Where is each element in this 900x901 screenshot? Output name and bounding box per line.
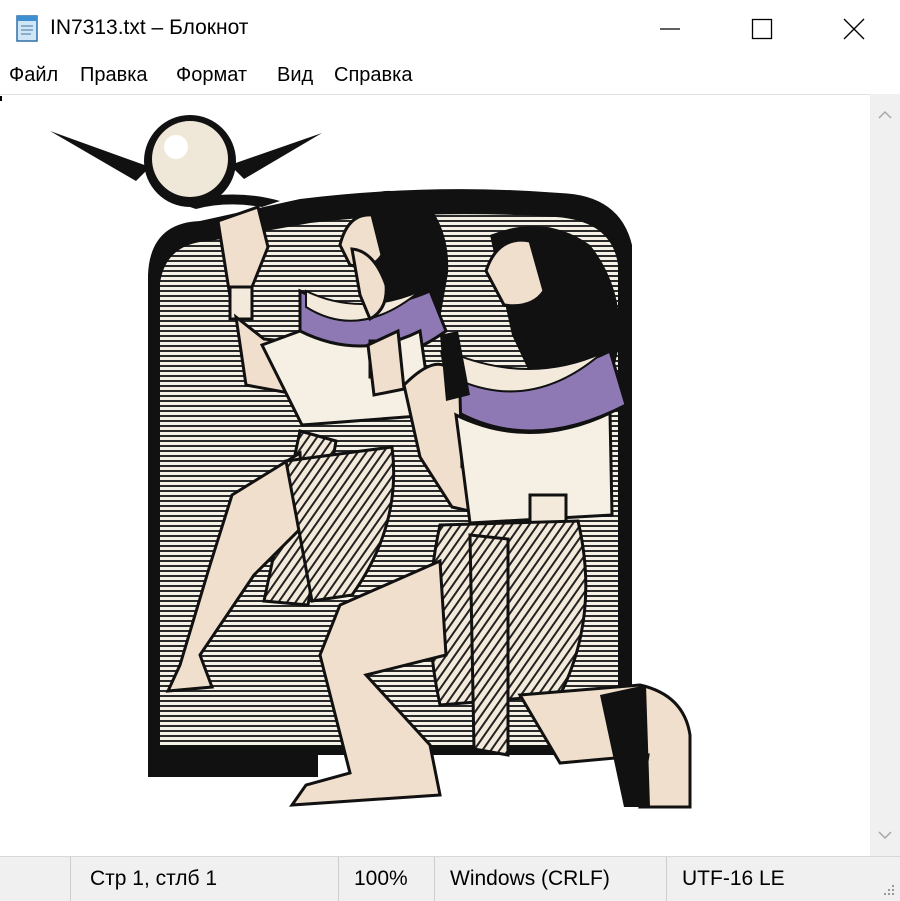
resize-grip-icon[interactable] <box>882 883 896 897</box>
notepad-icon <box>14 14 40 42</box>
text-editor[interactable] <box>0 94 900 857</box>
close-icon <box>843 18 865 40</box>
status-divider <box>338 857 339 901</box>
minimize-icon <box>660 28 680 30</box>
status-bar: Стр 1, стлб 1 100% Windows (CRLF) UTF-16… <box>0 856 900 901</box>
status-divider <box>666 857 667 901</box>
scroll-up-arrow-icon[interactable] <box>870 100 900 130</box>
maximize-button[interactable] <box>716 0 808 58</box>
title-bar[interactable]: IN7313.txt – Блокнот <box>0 0 900 58</box>
menu-file[interactable]: Файл <box>9 64 58 87</box>
close-button[interactable] <box>808 0 900 58</box>
menu-help[interactable]: Справка <box>334 64 412 87</box>
window-title: IN7313.txt – Блокнот <box>50 16 249 39</box>
menu-format[interactable]: Формат <box>176 64 247 87</box>
line-endings: Windows (CRLF) <box>450 867 610 890</box>
encoding: UTF-16 LE <box>682 867 785 890</box>
egyptian-figures-clipart <box>50 115 692 809</box>
cursor-position: Стр 1, стлб 1 <box>90 867 218 890</box>
menu-bar: Файл Правка Формат Вид Справка <box>0 58 900 94</box>
minimize-button[interactable] <box>624 0 716 58</box>
menu-edit[interactable]: Правка <box>80 64 148 87</box>
scroll-down-arrow-icon[interactable] <box>870 820 900 850</box>
status-divider <box>434 857 435 901</box>
text-caret <box>0 96 2 101</box>
menu-view[interactable]: Вид <box>277 64 313 87</box>
maximize-icon <box>751 18 773 40</box>
zoom-level: 100% <box>354 867 408 890</box>
vertical-scrollbar[interactable] <box>870 94 900 856</box>
status-divider <box>70 857 71 901</box>
